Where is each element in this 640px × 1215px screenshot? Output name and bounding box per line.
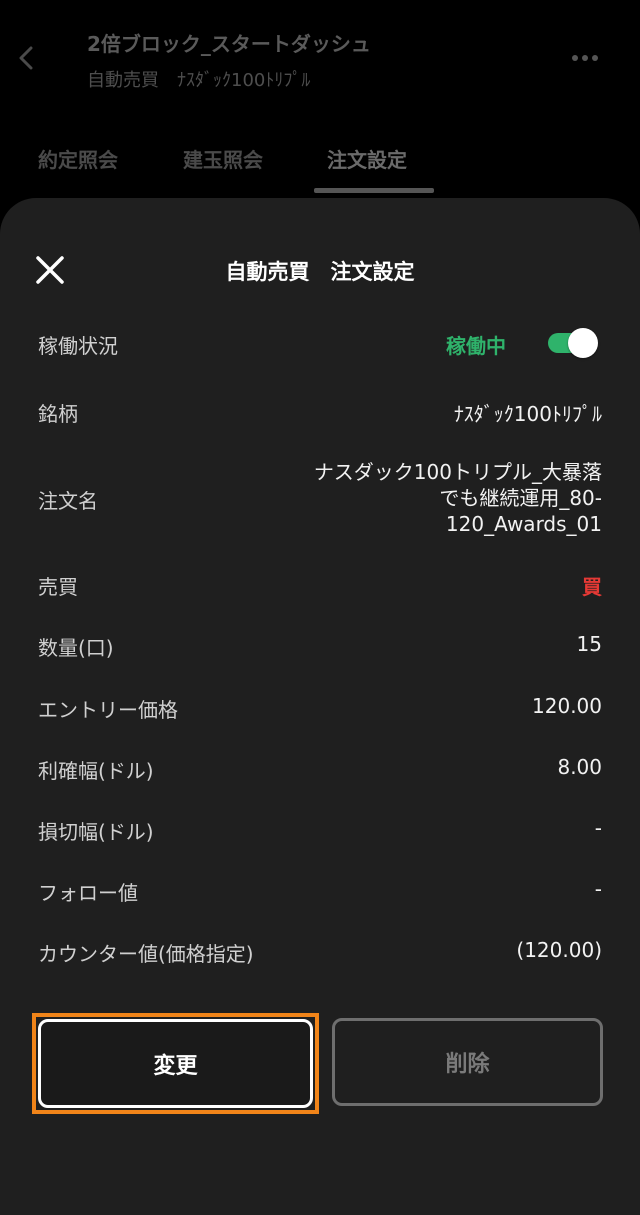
quantity-value: 15 (576, 632, 602, 656)
follow-value: - (594, 877, 602, 901)
page-title: 2倍ブロック_スタートダッシュ (87, 32, 371, 56)
status-label: 稼働状況 (38, 334, 118, 358)
take-profit-value: 8.00 (557, 755, 602, 779)
change-button[interactable]: 変更 (38, 1019, 313, 1108)
order-settings-sheet: 自動売買 注文設定 稼働状況 稼働中 銘柄 ﾅｽﾀﾞｯｸ100ﾄﾘﾌﾟﾙ 注文名… (0, 198, 640, 1215)
tab-order-settings[interactable]: 注文設定 (327, 144, 407, 173)
back-button[interactable] (10, 38, 42, 78)
page-subtitle: 自動売買 ﾅｽﾀﾞｯｸ100ﾄﾘﾌﾟﾙ (87, 70, 311, 91)
side-value: 買 (582, 575, 602, 599)
status-value: 稼働中 (446, 334, 506, 358)
counter-label: カウンター値(価格指定) (38, 942, 254, 966)
toggle-knob (568, 328, 598, 358)
follow-label: フォロー値 (38, 881, 138, 905)
chevron-left-icon (19, 46, 33, 70)
entry-price-label: エントリー価格 (38, 698, 178, 722)
tab-executions[interactable]: 約定照会 (38, 144, 118, 173)
more-icon[interactable] (565, 46, 605, 70)
symbol-value: ﾅｽﾀﾞｯｸ100ﾄﾘﾌﾟﾙ (453, 402, 602, 426)
entry-price-value: 120.00 (532, 694, 602, 718)
screen: 2倍ブロック_スタートダッシュ 自動売買 ﾅｽﾀﾞｯｸ100ﾄﾘﾌﾟﾙ 約定照会… (0, 0, 640, 1215)
delete-button[interactable]: 削除 (332, 1018, 603, 1106)
stop-loss-value: - (594, 816, 602, 840)
tab-positions[interactable]: 建玉照会 (183, 144, 263, 173)
sheet-title: 自動売買 注文設定 (225, 260, 415, 284)
side-label: 売買 (38, 575, 78, 599)
order-name-label: 注文名 (38, 489, 98, 513)
take-profit-label: 利確幅(ドル) (38, 759, 154, 783)
stop-loss-label: 損切幅(ドル) (38, 820, 154, 844)
change-button-highlight: 変更 (32, 1013, 319, 1114)
symbol-label: 銘柄 (38, 402, 78, 426)
tab-bar: 約定照会 建玉照会 注文設定 (0, 130, 640, 194)
quantity-label: 数量(口) (38, 636, 114, 660)
order-name-value: ナスダック100トリプル_大暴落でも継続運用_80-120_Awards_01 (313, 460, 602, 536)
tab-indicator (314, 188, 434, 193)
top-header: 2倍ブロック_スタートダッシュ 自動売買 ﾅｽﾀﾞｯｸ100ﾄﾘﾌﾟﾙ 約定照会… (0, 0, 640, 200)
counter-value: (120.00) (516, 938, 602, 962)
status-toggle[interactable] (548, 328, 598, 358)
